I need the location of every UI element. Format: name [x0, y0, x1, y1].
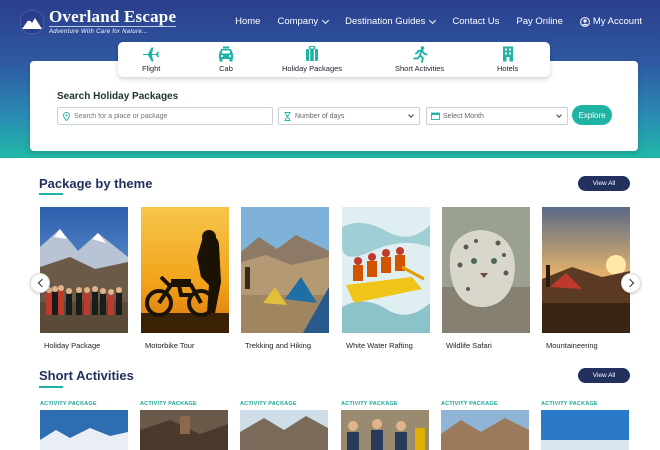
nav-pay-online-label: Pay Online: [516, 16, 563, 27]
location-pin-icon: [62, 111, 71, 121]
page: Overland Escape Adventure With Care for …: [0, 0, 660, 450]
month-select-label: Select Month: [443, 112, 484, 120]
hero-banner: Overland Escape Adventure With Care for …: [0, 0, 660, 158]
section-underline: [39, 386, 63, 388]
view-all-activities-button[interactable]: View All: [578, 368, 630, 383]
motorbike-tour-image: [141, 207, 229, 333]
activity-image: [541, 410, 629, 450]
tab-flight[interactable]: Flight: [142, 45, 160, 73]
user-icon: [579, 16, 590, 27]
activity-tag: ACTIVITY PACKAGE: [541, 401, 598, 407]
activity-card[interactable]: ACTIVITY PACKAGE: [341, 401, 429, 450]
nav-home-label: Home: [235, 16, 261, 27]
suitcase-icon: [304, 45, 320, 63]
activity-tag: ACTIVITY PACKAGE: [40, 401, 97, 407]
days-select[interactable]: Number of days: [278, 107, 420, 125]
activity-tag: ACTIVITY PACKAGE: [341, 401, 398, 407]
carousel-next-button[interactable]: [621, 273, 641, 293]
section-title-themes: Package by theme: [39, 176, 153, 191]
mountaineering-image: [542, 207, 630, 333]
place-search-input[interactable]: [74, 112, 254, 120]
section-underline: [39, 193, 63, 195]
activity-image: [341, 410, 429, 450]
runner-icon: [412, 45, 428, 63]
nav-contact-us-label: Contact Us: [452, 16, 500, 27]
theme-card-label: Wildlife Safari: [446, 341, 492, 350]
trekking-hiking-image: [241, 207, 329, 333]
tab-hotels[interactable]: Hotels: [497, 45, 518, 73]
hourglass-icon: [283, 111, 292, 121]
holiday-package-image: [40, 207, 128, 333]
service-tabs: Flight Cab Holiday Packages Short Activi…: [118, 42, 550, 77]
nav-pay-online[interactable]: Pay Online: [516, 16, 562, 27]
theme-card-label: Mountaineering: [546, 341, 598, 350]
search-title: Search Holiday Packages: [57, 91, 179, 102]
explore-button[interactable]: Explore: [572, 105, 612, 125]
theme-card-mountaineering[interactable]: Mountaineering: [542, 207, 630, 350]
chevron-down-icon: [429, 16, 437, 24]
nav-contact-us[interactable]: Contact Us: [452, 16, 499, 27]
activity-card[interactable]: ACTIVITY PACKAGE: [541, 401, 629, 450]
building-icon: [502, 45, 514, 63]
nav-home[interactable]: Home: [235, 16, 260, 27]
theme-card-motorbike-tour[interactable]: Motorbike Tour: [141, 207, 229, 350]
chevron-down-icon: [408, 112, 414, 118]
wildlife-safari-image: [442, 207, 530, 333]
calendar-icon: [431, 112, 440, 121]
nav-destination-guides-label: Destination Guides: [345, 16, 426, 27]
theme-card-label: Holiday Package: [44, 341, 101, 350]
tab-short-activities[interactable]: Short Activities: [395, 45, 444, 73]
top-navigation: Home Company Destination Guides Contact …: [235, 16, 642, 27]
activity-card[interactable]: ACTIVITY PACKAGE: [40, 401, 128, 450]
tab-cab[interactable]: Cab: [218, 45, 234, 73]
activity-tag: ACTIVITY PACKAGE: [140, 401, 197, 407]
theme-card-trekking-hiking[interactable]: Trekking and Hiking: [241, 207, 329, 350]
white-water-rafting-image: [342, 207, 430, 333]
tab-cab-label: Cab: [219, 64, 233, 73]
chevron-right-icon: [625, 278, 634, 288]
activity-tag: ACTIVITY PACKAGE: [441, 401, 498, 407]
tab-holiday-packages-label: Holiday Packages: [282, 64, 343, 73]
activity-image: [441, 410, 529, 450]
days-select-label: Number of days: [295, 112, 345, 120]
nav-my-account[interactable]: My Account: [579, 16, 642, 27]
activity-tag: ACTIVITY PACKAGE: [240, 401, 297, 407]
month-select[interactable]: Select Month: [426, 107, 568, 125]
carousel-prev-button[interactable]: [30, 273, 50, 293]
nav-company[interactable]: Company: [277, 16, 330, 27]
theme-card-wildlife-safari[interactable]: Wildlife Safari: [442, 207, 530, 350]
nav-destination-guides[interactable]: Destination Guides: [345, 16, 437, 27]
theme-card-label: White Water Rafting: [346, 341, 413, 350]
chevron-down-icon: [322, 16, 330, 24]
car-icon: [218, 45, 234, 63]
theme-card-holiday-package[interactable]: Holiday Package: [40, 207, 128, 350]
place-search-field[interactable]: [57, 107, 273, 125]
chevron-left-icon: [37, 278, 46, 288]
tab-flight-label: Flight: [142, 64, 161, 73]
section-title-activities: Short Activities: [39, 368, 134, 383]
activity-image: [40, 410, 128, 450]
brand-name: Overland Escape: [49, 7, 177, 26]
tab-holiday-packages[interactable]: Holiday Packages: [282, 45, 342, 73]
theme-card-label: Trekking and Hiking: [245, 341, 312, 350]
nav-company-label: Company: [277, 16, 319, 27]
theme-card-white-water-rafting[interactable]: White Water Rafting: [342, 207, 430, 350]
tab-hotels-label: Hotels: [497, 64, 519, 73]
mountain-logo-icon: [20, 10, 44, 34]
activity-card[interactable]: ACTIVITY PACKAGE: [240, 401, 328, 450]
logo[interactable]: Overland Escape Adventure With Care for …: [20, 7, 177, 36]
activity-card[interactable]: ACTIVITY PACKAGE: [441, 401, 529, 450]
activity-image: [240, 410, 328, 450]
theme-card-label: Motorbike Tour: [145, 341, 195, 350]
chevron-down-icon: [556, 112, 562, 118]
view-all-themes-button[interactable]: View All: [578, 176, 630, 191]
nav-my-account-label: My Account: [592, 16, 642, 27]
tab-short-activities-label: Short Activities: [395, 64, 445, 73]
activity-image: [140, 410, 228, 450]
activity-card[interactable]: ACTIVITY PACKAGE: [140, 401, 228, 450]
plane-icon: [142, 45, 160, 63]
brand-tagline: Adventure With Care for Nature...: [49, 26, 177, 36]
